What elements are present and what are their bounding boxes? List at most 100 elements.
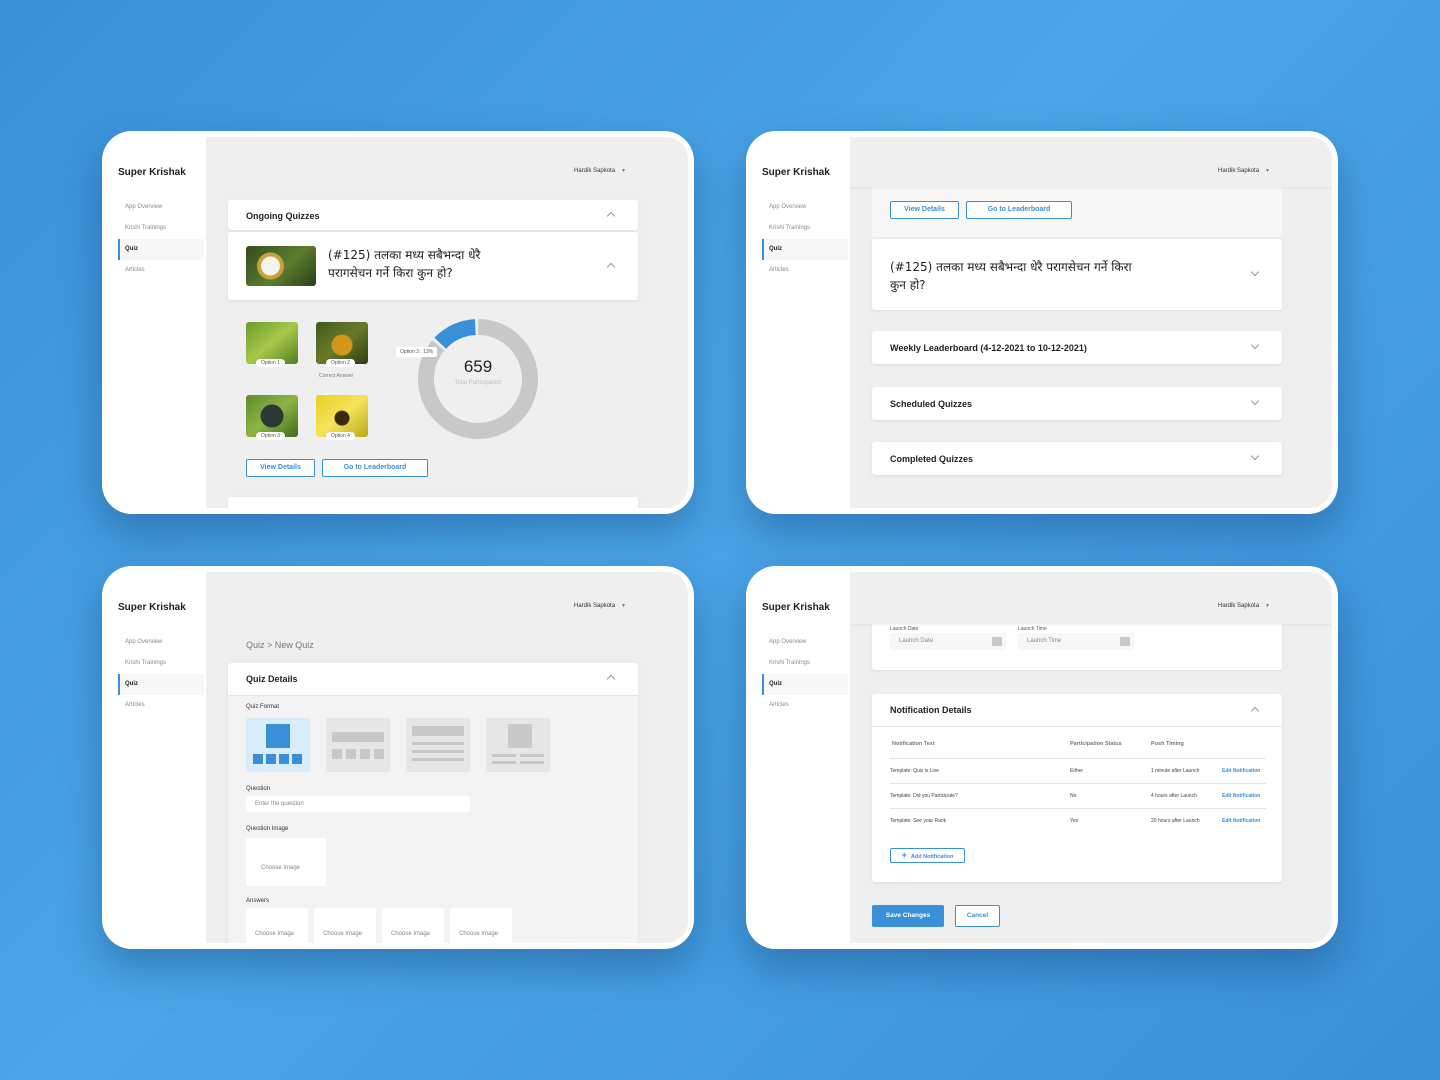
sidebar-item-articles[interactable]: Articles: [118, 260, 204, 281]
chevron-up-icon[interactable]: [606, 674, 616, 684]
chevron-up-icon[interactable]: [1250, 706, 1260, 716]
weekly-leaderboard-section[interactable]: Weekly Leaderboard (4-12-2021 to 10-12-2…: [872, 331, 1282, 364]
answers-label: Answers: [246, 898, 270, 904]
launch-date-placeholder: Launch Date: [899, 638, 934, 644]
brand-title: Super Krishak: [762, 602, 830, 613]
sidebar-item-krishi-trainings[interactable]: Krishi Trainings: [118, 218, 204, 239]
completed-quizzes-section[interactable]: Completed Quizzes: [872, 442, 1282, 475]
format-preview-block: [332, 749, 342, 759]
option-2-image[interactable]: [316, 322, 368, 364]
sidebar-item-quiz[interactable]: Quiz: [118, 674, 204, 695]
launch-date-input[interactable]: Launch Date: [890, 633, 1006, 650]
clock-icon[interactable]: [1120, 637, 1130, 646]
breadcrumb[interactable]: Quiz > New Quiz: [246, 640, 314, 650]
option-1-image[interactable]: [246, 322, 298, 364]
option-4-image[interactable]: [316, 395, 368, 437]
sidebar-item-app-overview[interactable]: App Overview: [118, 197, 204, 218]
edit-notification-link[interactable]: Edit Notification: [1222, 793, 1260, 799]
divider: [872, 726, 1282, 727]
sidebar-item-app-overview[interactable]: App Overview: [762, 632, 848, 653]
user-menu[interactable]: Hardik Sapkota ▼: [574, 603, 626, 609]
answer-image-picker-3[interactable]: Choose Image: [382, 908, 444, 943]
bee-flower-image: [246, 246, 316, 286]
sidebar: Super Krishak App Overview Krishi Traini…: [102, 566, 206, 949]
format-preview-block: [360, 749, 370, 759]
section-title: Scheduled Quizzes: [890, 399, 973, 409]
section-title: Quiz Details: [246, 674, 298, 684]
sidebar: Super Krishak App Overview Krishi Traini…: [746, 131, 850, 514]
scheduled-quizzes-section[interactable]: Scheduled Quizzes: [872, 387, 1282, 420]
sidebar-item-krishi-trainings[interactable]: Krishi Trainings: [762, 653, 848, 674]
user-name: Hardik Sapkota: [1218, 168, 1260, 174]
section-title: Weekly Leaderboard (4-12-2021 to 10-12-2…: [890, 343, 1087, 353]
format-preview-block: [346, 749, 356, 759]
sidebar-item-quiz[interactable]: Quiz: [762, 239, 848, 260]
chevron-up-icon[interactable]: [606, 262, 616, 272]
sidebar-item-krishi-trainings[interactable]: Krishi Trainings: [118, 653, 204, 674]
sidebar-item-articles[interactable]: Articles: [118, 695, 204, 716]
format-preview-block: [266, 754, 276, 764]
participation-status: Yes: [1070, 818, 1079, 824]
user-menu[interactable]: Hardik Sapkota ▼: [1218, 603, 1270, 609]
answer-image-picker-4[interactable]: Choose Image: [450, 908, 512, 943]
sidebar-item-quiz[interactable]: Quiz: [762, 674, 848, 695]
notification-details-card: Notification Details Notification Text P…: [872, 694, 1282, 882]
question-image-label: Question Image: [246, 826, 289, 832]
format-preview-block: [266, 724, 290, 748]
user-menu[interactable]: Hardik Sapkota ▼: [1218, 168, 1270, 174]
quiz-question-card[interactable]: (#125) तलका मध्य सबैभन्दा धेरै परागसेचन …: [228, 232, 638, 300]
sidebar-item-app-overview[interactable]: App Overview: [762, 197, 848, 218]
option-4-label: Option 4: [326, 432, 355, 440]
calendar-icon[interactable]: [992, 637, 1002, 646]
question-input[interactable]: Enter the question: [246, 796, 470, 812]
push-timing: 1 minute after Launch: [1151, 768, 1200, 774]
cancel-button[interactable]: Cancel: [955, 905, 1000, 927]
answer-image-picker-1[interactable]: Choose Image: [246, 908, 308, 943]
ongoing-quizzes-header[interactable]: Ongoing Quizzes: [228, 200, 638, 230]
view-details-button[interactable]: View Details: [246, 459, 315, 477]
edit-notification-link[interactable]: Edit Notification: [1222, 818, 1260, 824]
tablet-notification-details: Super Krishak App Overview Krishi Traini…: [746, 566, 1338, 949]
format-option-image-list[interactable]: [486, 718, 550, 772]
sidebar-item-krishi-trainings[interactable]: Krishi Trainings: [762, 218, 848, 239]
chevron-up-icon[interactable]: [606, 211, 616, 221]
add-notification-button[interactable]: + Add Notification: [890, 848, 965, 863]
sidebar-nav: App Overview Krishi Trainings Quiz Artic…: [118, 197, 204, 281]
total-participation-value: 659: [463, 357, 493, 376]
main-panel: Hardik Sapkota ▼ Ongoing Quizzes (#125) त…: [206, 137, 688, 508]
chevron-down-icon: ▼: [621, 603, 626, 609]
user-name: Hardik Sapkota: [574, 168, 616, 174]
view-details-button[interactable]: View Details: [890, 201, 959, 219]
chevron-down-icon[interactable]: [1250, 267, 1260, 277]
main-panel: Launch Date Launch Time Launch Date Laun…: [850, 572, 1332, 943]
chevron-down-icon[interactable]: [1250, 451, 1260, 461]
chevron-down-icon[interactable]: [1250, 396, 1260, 406]
go-to-leaderboard-button[interactable]: Go to Leaderboard: [322, 459, 428, 477]
launch-time-input[interactable]: Launch Time: [1018, 633, 1134, 650]
notification-text: Template: Quiz is Live: [890, 768, 939, 774]
chevron-down-icon[interactable]: [1250, 340, 1260, 350]
sidebar-item-articles[interactable]: Articles: [762, 695, 848, 716]
option-2-label: Option 2: [326, 359, 355, 367]
correct-answer-note: Correct Answer: [319, 373, 354, 379]
sidebar-item-articles[interactable]: Articles: [762, 260, 848, 281]
top-bar: Hardik Sapkota ▼: [850, 137, 1332, 187]
format-option-text-list[interactable]: [406, 718, 470, 772]
option-3-image[interactable]: [246, 395, 298, 437]
sidebar-item-app-overview[interactable]: App Overview: [118, 632, 204, 653]
user-menu[interactable]: Hardik Sapkota ▼: [574, 168, 626, 174]
quiz-question-card[interactable]: (#125) तलका मध्य सबैभन्दा धेरै परागसेचन …: [872, 239, 1282, 310]
question-image-picker[interactable]: Choose Image: [246, 838, 326, 886]
edit-notification-link[interactable]: Edit Notification: [1222, 768, 1260, 774]
format-option-text-grid[interactable]: [326, 718, 390, 772]
go-to-leaderboard-button[interactable]: Go to Leaderboard: [966, 201, 1072, 219]
format-preview-line: [412, 742, 464, 745]
format-preview-block: [332, 732, 384, 742]
answer-image-picker-2[interactable]: Choose Image: [314, 908, 376, 943]
quiz-format-label: Quiz Format: [246, 704, 280, 710]
tablet-new-quiz: Super Krishak App Overview Krishi Traini…: [102, 566, 694, 949]
add-notification-label: Add Notification: [910, 854, 954, 860]
sidebar-item-quiz[interactable]: Quiz: [118, 239, 204, 260]
format-option-image-grid[interactable]: [246, 718, 310, 772]
save-changes-button[interactable]: Save Changes: [872, 905, 944, 927]
